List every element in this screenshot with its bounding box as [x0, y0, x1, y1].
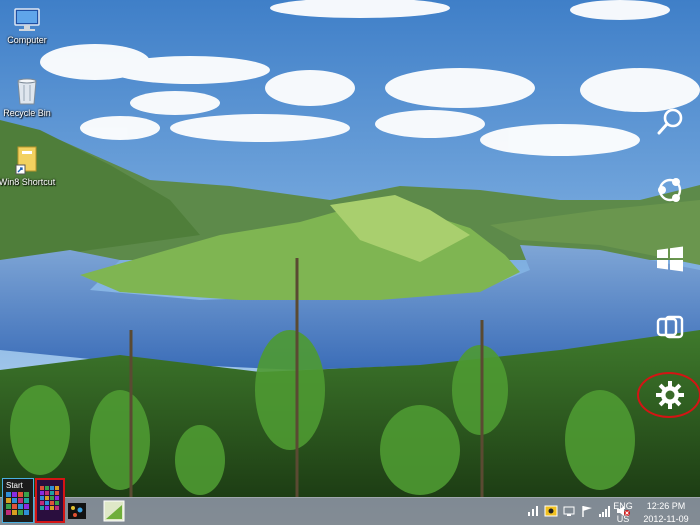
network-icon[interactable]: [562, 504, 576, 518]
desktop-icon-win8-shortcut[interactable]: Win8 Shortcut: [0, 145, 57, 188]
desktop-icon-label: Win8 Shortcut: [0, 177, 56, 187]
start-screen-thumbnail-highlighted[interactable]: [35, 478, 65, 523]
clock-date: 2012-11-09: [643, 514, 689, 524]
windows-logo-icon: [657, 246, 683, 272]
language-region: US: [616, 514, 630, 524]
devices-icon: [656, 315, 684, 339]
language-indicator[interactable]: ENG US: [612, 501, 634, 524]
desktop-icon-label: Recycle Bin: [3, 108, 51, 118]
start-tiles: [40, 486, 59, 510]
shortcut-icon: [15, 146, 37, 175]
charm-search[interactable]: [648, 104, 692, 140]
clock-time: 12:26 PM: [646, 501, 686, 511]
charm-devices[interactable]: [648, 309, 692, 345]
settings-highlight-circle: [637, 372, 700, 418]
share-icon: [658, 178, 682, 202]
language-code: ENG: [613, 501, 633, 511]
action-center-icon[interactable]: [526, 504, 540, 518]
desktop-icon-computer[interactable]: Computer: [0, 7, 57, 46]
start-tiles: [6, 492, 29, 515]
search-icon: [657, 108, 683, 135]
signal-icon[interactable]: [598, 504, 612, 518]
recycle-bin-icon: [17, 78, 37, 105]
start-screen-thumbnail[interactable]: Start: [2, 478, 34, 523]
charm-start[interactable]: [648, 241, 692, 277]
desktop-icon-label: Computer: [7, 35, 47, 45]
desktop-wallpaper: [0, 0, 700, 525]
media-icon[interactable]: [544, 504, 558, 518]
computer-icon: [14, 8, 40, 31]
taskbar-explorer-button[interactable]: [66, 500, 88, 522]
flag-icon[interactable]: [580, 504, 594, 518]
taskbar-app-button[interactable]: [103, 500, 125, 522]
clock[interactable]: 12:26 PM 2012-11-09: [640, 501, 692, 524]
desktop-icon-recycle-bin[interactable]: Recycle Bin: [0, 76, 57, 119]
explorer-icon: [68, 503, 86, 519]
start-thumbnail-label: Start: [6, 481, 23, 490]
app-icon: [103, 500, 125, 522]
charm-share[interactable]: [648, 172, 692, 208]
